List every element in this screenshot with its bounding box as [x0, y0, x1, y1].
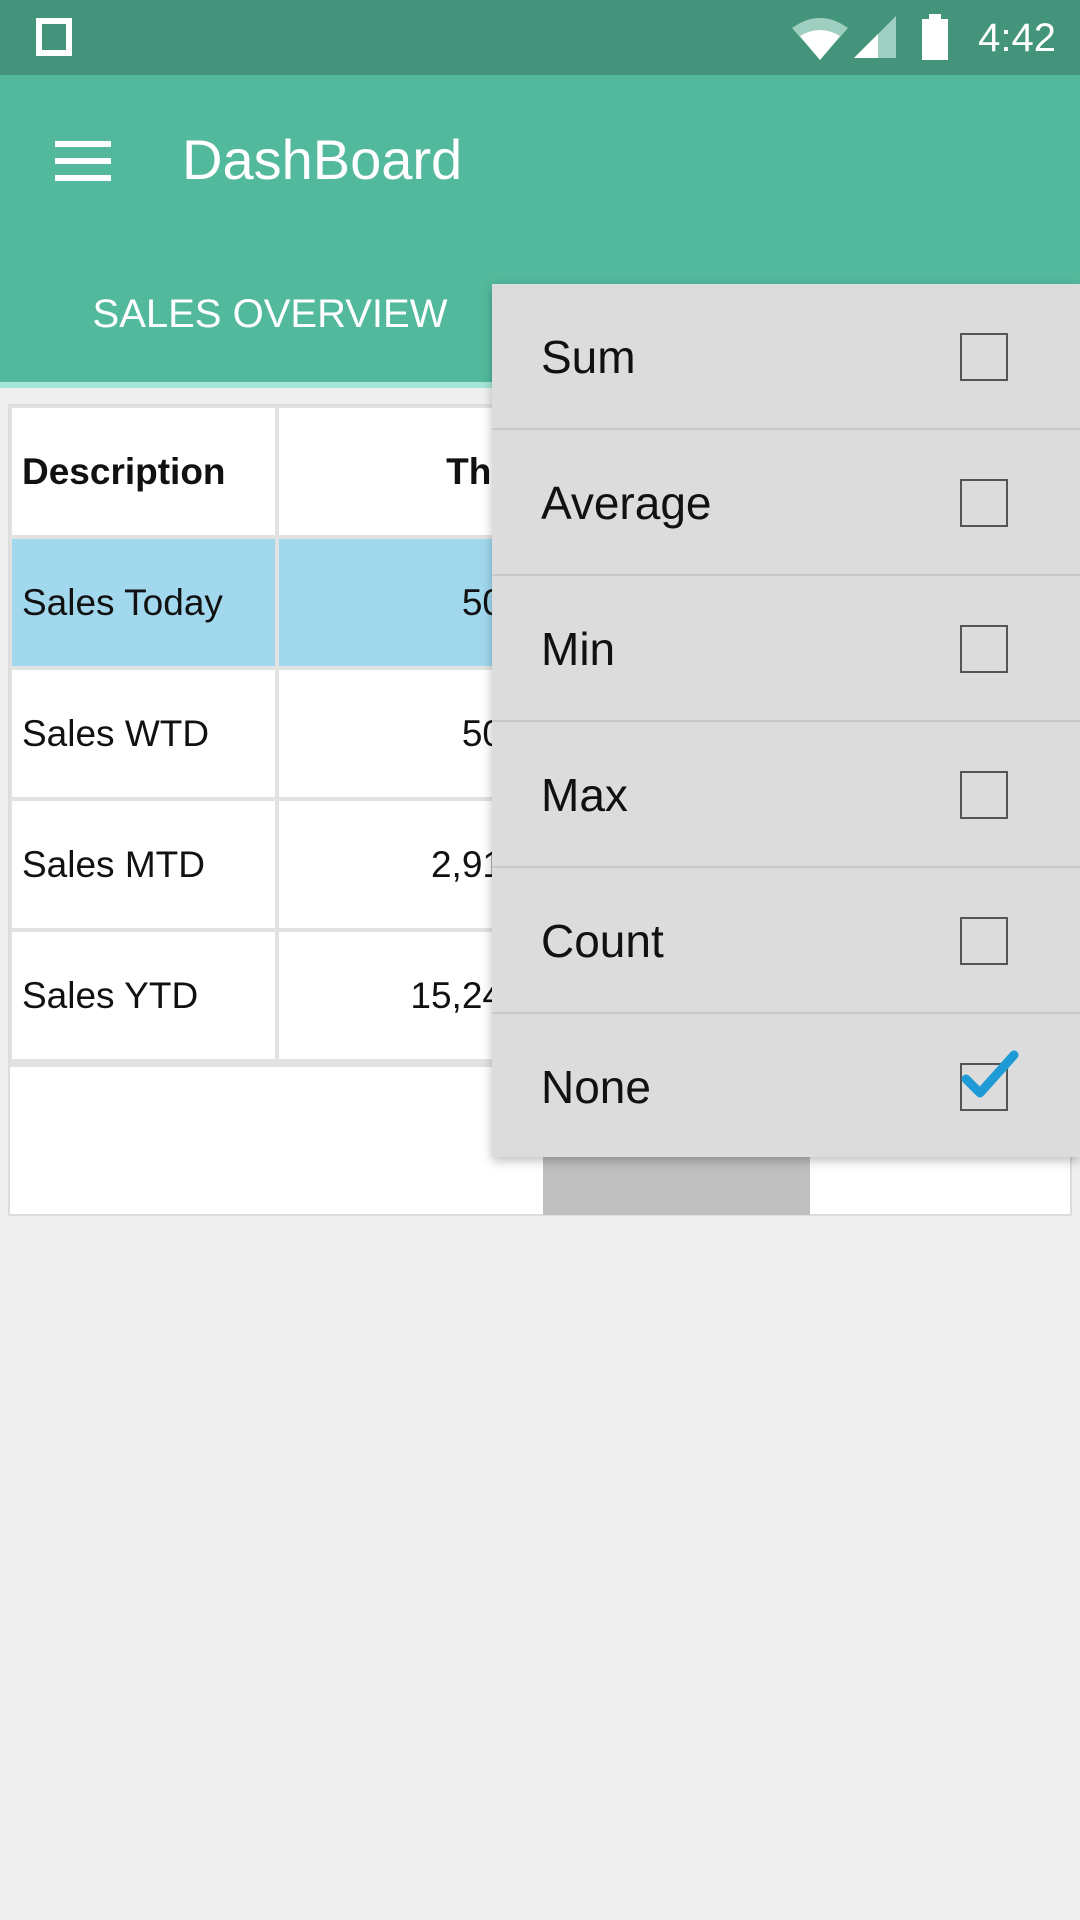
menu-item-sum[interactable]: Sum — [492, 284, 1080, 430]
wifi-icon — [792, 18, 848, 60]
menu-item-label: Average — [541, 477, 712, 529]
menu-item-min[interactable]: Min — [492, 576, 1080, 722]
menu-item-label: Min — [541, 623, 616, 675]
signal-icon — [854, 16, 896, 58]
table-row-description[interactable]: Sales MTD — [10, 799, 277, 930]
tab-sales-overview[interactable]: SALES OVERVIEW — [60, 292, 480, 337]
footer-cell-highlight — [543, 1157, 810, 1215]
table-row-description[interactable]: Sales Today — [10, 537, 277, 668]
table-row-description[interactable]: Sales YTD — [10, 930, 277, 1061]
header-description[interactable]: Description — [10, 406, 277, 537]
menu-icon[interactable] — [55, 139, 113, 183]
page-title: DashBoard — [182, 128, 463, 191]
aggregate-menu: Sum Average Min Max Count None — [492, 284, 1080, 1157]
checkbox[interactable] — [960, 333, 1008, 381]
checkbox[interactable] — [960, 917, 1008, 965]
checkbox[interactable] — [960, 771, 1008, 819]
battery-icon — [922, 14, 948, 60]
menu-item-max[interactable]: Max — [492, 722, 1080, 868]
checkmark-icon — [961, 1050, 1019, 1098]
menu-item-label: Count — [541, 915, 664, 967]
menu-item-label: None — [541, 1061, 651, 1113]
recent-apps-icon — [36, 18, 72, 56]
menu-item-count[interactable]: Count — [492, 868, 1080, 1014]
menu-item-average[interactable]: Average — [492, 430, 1080, 576]
table-row-description[interactable]: Sales WTD — [10, 668, 277, 799]
menu-item-label: Sum — [541, 331, 636, 383]
menu-item-none[interactable]: None — [492, 1014, 1080, 1160]
checkbox-checked[interactable] — [960, 1050, 1019, 1111]
status-bar: 4:42 — [0, 0, 1080, 75]
menu-item-label: Max — [541, 769, 628, 821]
clock: 4:42 — [978, 16, 1056, 60]
checkbox[interactable] — [960, 625, 1008, 673]
checkbox[interactable] — [960, 479, 1008, 527]
